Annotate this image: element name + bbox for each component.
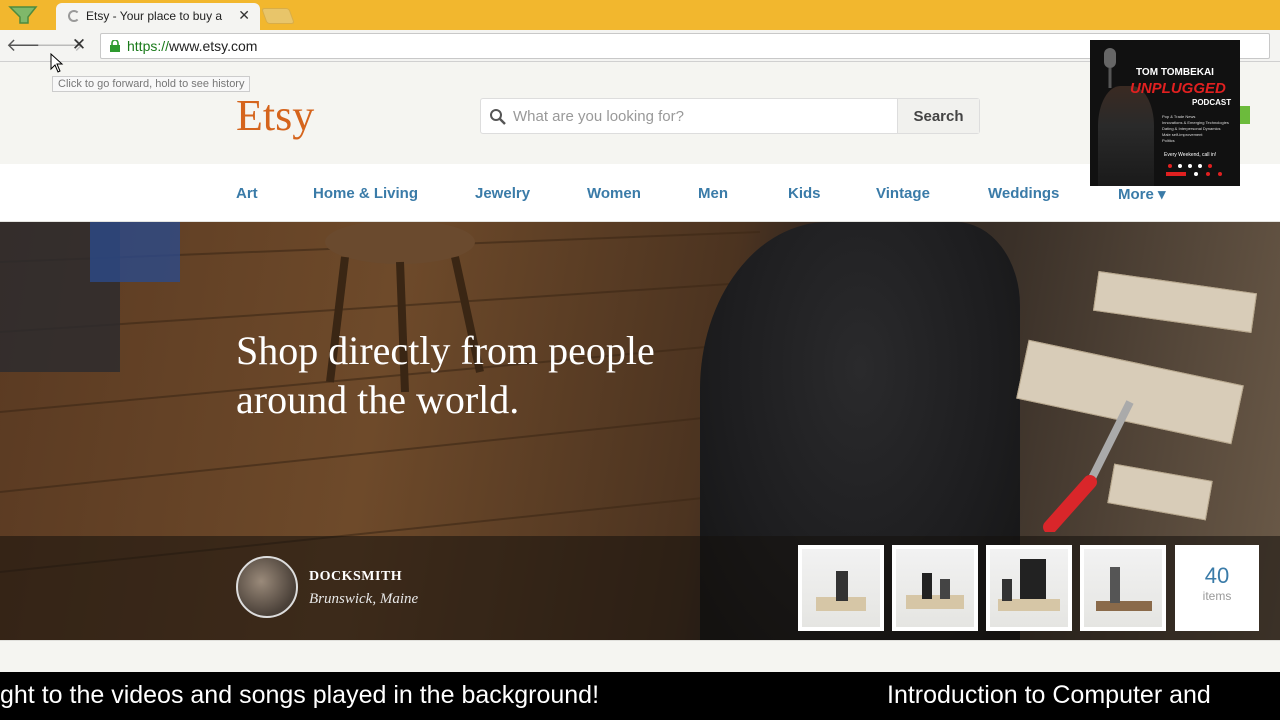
- browser-tab-etsy[interactable]: Etsy - Your place to buy a ✕: [56, 3, 260, 30]
- hero-title: Shop directly from people around the wor…: [236, 328, 655, 422]
- podcast-type: PODCAST: [1192, 98, 1232, 107]
- nav-more[interactable]: More ▾: [1118, 185, 1166, 203]
- url-text: https://www.etsy.com: [127, 38, 258, 54]
- podcast-host-photo: [1098, 86, 1154, 186]
- loading-spinner-icon: [68, 10, 80, 22]
- featured-item-thumbnail[interactable]: [986, 545, 1072, 631]
- wood-block: [1092, 271, 1258, 333]
- podcast-schedule: Every Weekend, call in!: [1164, 152, 1217, 158]
- nav-kids[interactable]: Kids: [788, 185, 821, 202]
- close-tab-icon[interactable]: ✕: [238, 7, 250, 24]
- shop-location: Brunswick, Maine: [309, 591, 419, 607]
- search-button[interactable]: Search: [897, 99, 979, 133]
- nav-men[interactable]: Men: [698, 185, 728, 202]
- hero-banner: Shop directly from people around the wor…: [0, 222, 1280, 640]
- browser-toolbar: 🡐 🡒 ✕ https://www.etsy.com: [0, 30, 1280, 62]
- browser-tabstrip: Etsy - Your place to buy a ✕: [0, 0, 1280, 30]
- screen: Etsy - Your place to buy a ✕ 🡐 🡒 ✕ https…: [0, 0, 1280, 720]
- shop-avatar[interactable]: [236, 556, 298, 618]
- nav-vintage[interactable]: Vintage: [876, 185, 930, 202]
- nav-weddings[interactable]: Weddings: [988, 185, 1059, 202]
- tab-title: Etsy - Your place to buy a: [86, 9, 223, 23]
- etsy-page: Etsy Search Click to go forward, hold to…: [0, 62, 1280, 672]
- category-nav: Art Home & Living Jewelry Women Men Kids…: [0, 164, 1280, 222]
- nav-women[interactable]: Women: [587, 185, 641, 202]
- lock-icon: [110, 40, 120, 52]
- site-header: Etsy Search Click to go forward, hold to…: [0, 62, 1280, 164]
- browser-menu-icon[interactable]: [8, 3, 38, 27]
- forward-tooltip: Click to go forward, hold to see history: [52, 76, 251, 92]
- nav-jewelry[interactable]: Jewelry: [475, 185, 530, 202]
- search-input[interactable]: [513, 99, 893, 133]
- ticker-text-left: ght to the videos and songs played in th…: [0, 681, 600, 709]
- nav-home-living[interactable]: Home & Living: [313, 185, 418, 202]
- new-tab-button[interactable]: [261, 8, 295, 24]
- news-ticker: ght to the videos and songs played in th…: [0, 672, 1280, 720]
- ticker-text-right: Introduction to Computer and: [887, 681, 1211, 709]
- featured-item-thumbnail[interactable]: [892, 545, 978, 631]
- podcast-host: TOM TOMBEKAI: [1136, 67, 1214, 78]
- page-content-below: [0, 640, 1280, 672]
- stop-loading-button[interactable]: ✕: [67, 34, 91, 58]
- item-count-number: 40: [1204, 563, 1230, 588]
- etsy-logo[interactable]: Etsy: [236, 90, 314, 141]
- shop-item-count[interactable]: 40 items: [1175, 545, 1259, 631]
- search-bar: Search: [480, 98, 980, 134]
- microphone-icon: [1104, 48, 1116, 88]
- item-count-label: items: [1202, 589, 1232, 603]
- featured-item-thumbnail[interactable]: [798, 545, 884, 631]
- podcast-overlay: TOM TOMBEKAI UNPLUGGED PODCAST Pop & Tra…: [1090, 40, 1240, 186]
- search-icon: [490, 109, 506, 125]
- shop-name[interactable]: DOCKSMITH: [309, 569, 402, 585]
- back-button[interactable]: 🡐: [6, 34, 54, 58]
- social-icons: [1166, 164, 1222, 176]
- soldering-iron-icon: [1043, 400, 1134, 532]
- mouse-cursor-icon: [50, 53, 64, 73]
- featured-item-thumbnail[interactable]: [1080, 545, 1166, 631]
- podcast-topics: Pop & Trade News Innovations & Emerging …: [1162, 114, 1229, 143]
- nav-art[interactable]: Art: [236, 185, 258, 202]
- podcast-show: UNPLUGGED: [1130, 80, 1226, 97]
